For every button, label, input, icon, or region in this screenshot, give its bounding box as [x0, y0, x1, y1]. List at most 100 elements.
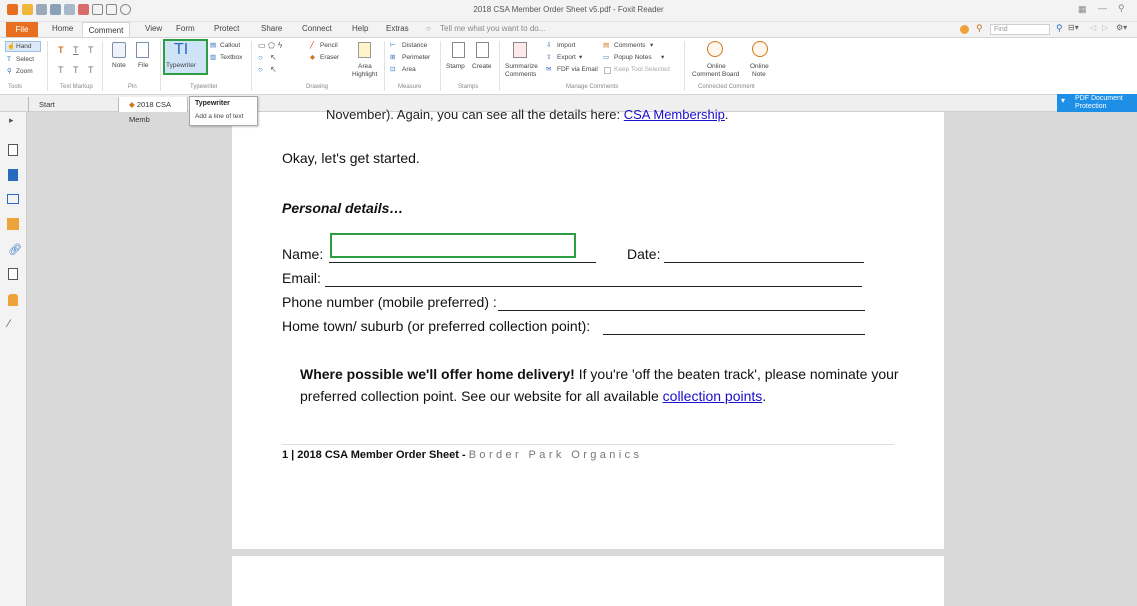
pencil-button[interactable]: Pencil	[320, 42, 338, 50]
callout-button[interactable]: Callout	[220, 42, 240, 50]
area-highlight-button-line2: Highlight	[352, 71, 378, 78]
collection-points-link[interactable]: collection points	[663, 388, 763, 404]
popup-notes-dropdown-icon[interactable]: ▾	[661, 54, 664, 62]
cloud-icon[interactable]: ϟ	[278, 42, 282, 50]
line-icon[interactable]: ↖	[270, 66, 277, 74]
footer-divider	[282, 444, 894, 445]
distance-button[interactable]: Distance	[402, 42, 427, 50]
email-field-line[interactable]	[325, 286, 862, 287]
tab-start[interactable]: Start	[28, 97, 118, 112]
export-dropdown-icon[interactable]: ▾	[579, 54, 582, 62]
find-prev-icon[interactable]: ◁	[1090, 23, 1096, 32]
online-note-button[interactable]: Online	[750, 63, 769, 71]
menu-file[interactable]: File	[6, 22, 38, 37]
find-options-icon[interactable]: ⊟▾	[1068, 23, 1079, 32]
menu-form[interactable]: Form	[176, 24, 195, 33]
note-icon[interactable]	[112, 42, 126, 58]
comments-icon: ▤	[603, 42, 610, 49]
popup-notes-button[interactable]: Popup Notes	[614, 54, 652, 62]
menu-connect[interactable]: Connect	[302, 24, 332, 33]
home-town-field-line[interactable]	[603, 334, 865, 335]
squiggly-text-icon[interactable]: T	[88, 46, 94, 55]
ribbon-divider	[384, 41, 385, 91]
tab-start-label: Start	[39, 100, 55, 109]
phone-field-line[interactable]	[498, 310, 865, 311]
comments-dropdown-icon[interactable]: ▾	[650, 42, 653, 50]
ribbon-divider	[102, 41, 103, 91]
stamp-button[interactable]: Stamp	[446, 63, 465, 71]
layers-icon[interactable]	[8, 169, 18, 181]
rectangle-icon[interactable]: ▭	[258, 42, 266, 50]
oval-icon[interactable]: ○	[258, 54, 263, 62]
note-button[interactable]: Note	[112, 62, 126, 70]
export-button[interactable]: Export	[557, 54, 576, 62]
pages-icon[interactable]	[8, 144, 18, 156]
underline-text-icon[interactable]: T	[73, 46, 79, 55]
typewriter-group-label: Typewriter	[190, 84, 218, 90]
pdf-page: November). Again, you can see all the de…	[232, 107, 944, 549]
file-attach-icon[interactable]	[136, 42, 149, 58]
pdf-protection-panel-button[interactable]: ▾ PDF Document Protection	[1057, 94, 1137, 112]
menu-protect[interactable]: Protect	[214, 24, 239, 33]
hand-label: Hand	[16, 43, 32, 50]
polyline-icon[interactable]: ○	[258, 66, 263, 74]
tab-document[interactable]: ◆ 2018 CSA Memb	[118, 97, 188, 124]
keep-tool-checkbox[interactable]	[604, 67, 611, 74]
online-comment-board-button[interactable]: Online	[707, 63, 726, 71]
csa-membership-link[interactable]: CSA Membership	[624, 107, 725, 122]
replace-text-icon[interactable]: T	[73, 66, 79, 75]
arrow-icon[interactable]: ↖	[270, 54, 277, 62]
security-lock-icon[interactable]	[8, 294, 18, 306]
pencil-icon: ╱	[310, 42, 314, 49]
perimeter-button[interactable]: Perimeter	[402, 54, 430, 62]
comments-button[interactable]: Comments	[614, 42, 645, 50]
fdf-email-button[interactable]: FDF via Email	[557, 66, 598, 74]
menu-view[interactable]: View	[145, 24, 162, 33]
search-option-icon[interactable]: ⚲	[976, 23, 983, 34]
area-highlight-icon[interactable]	[358, 42, 371, 58]
insert-text-icon[interactable]: T	[88, 66, 94, 75]
notification-icon[interactable]	[960, 25, 969, 34]
import-button[interactable]: Import	[557, 42, 575, 50]
expand-panel-icon[interactable]: ▸	[9, 115, 14, 126]
select-button[interactable]: Select	[16, 56, 34, 64]
stamp-icon[interactable]	[452, 42, 465, 58]
link-icon[interactable]: 🔗︎	[8, 243, 22, 256]
zoom-button[interactable]: Zoom	[16, 68, 33, 76]
select-icon: T	[7, 56, 11, 63]
attachments-icon[interactable]	[7, 218, 19, 230]
highlight-text-icon[interactable]: T	[58, 46, 64, 55]
search-icon[interactable]: ⚲	[1056, 23, 1063, 34]
pin-window-icon[interactable]: ⚲	[1118, 3, 1125, 14]
find-next-icon[interactable]: ▷	[1102, 23, 1108, 32]
name-field-line[interactable]	[329, 262, 596, 263]
layout-icon[interactable]: ▦	[1078, 4, 1087, 15]
menu-help[interactable]: Help	[352, 24, 368, 33]
summarize-comments-icon[interactable]	[513, 42, 527, 58]
online-note-icon[interactable]	[752, 41, 768, 57]
comments-panel-icon[interactable]	[7, 194, 19, 204]
area-highlight-button[interactable]: Area	[358, 63, 372, 71]
tell-me-input[interactable]: Tell me what you want to do...	[440, 24, 545, 33]
summarize-comments-button[interactable]: Summarize	[505, 63, 538, 71]
menu-home[interactable]: Home	[52, 24, 73, 33]
create-stamp-button[interactable]: Create	[472, 63, 492, 71]
polygon-icon[interactable]: ⬠	[268, 42, 275, 50]
minimize-icon[interactable]: —	[1098, 3, 1107, 13]
online-comment-board-icon[interactable]	[707, 41, 723, 57]
file-button[interactable]: File	[138, 62, 148, 70]
create-stamp-icon[interactable]	[476, 42, 489, 58]
date-field-line[interactable]	[664, 262, 864, 263]
menu-extras[interactable]: Extras	[386, 24, 409, 33]
signature-panel-icon[interactable]	[8, 268, 18, 280]
menu-share[interactable]: Share	[261, 24, 282, 33]
eraser-button[interactable]: Eraser	[320, 54, 339, 62]
strikeout-text-icon[interactable]: T	[58, 66, 64, 75]
name-typewriter-box[interactable]	[330, 233, 576, 258]
find-input[interactable]: Find	[990, 24, 1050, 35]
content-icon[interactable]: ⁄	[8, 318, 10, 330]
textbox-button[interactable]: Textbox	[220, 54, 242, 62]
settings-icon[interactable]: ⚙▾	[1116, 23, 1127, 32]
menu-comment[interactable]: Comment	[82, 22, 130, 38]
area-button[interactable]: Area	[402, 66, 416, 74]
